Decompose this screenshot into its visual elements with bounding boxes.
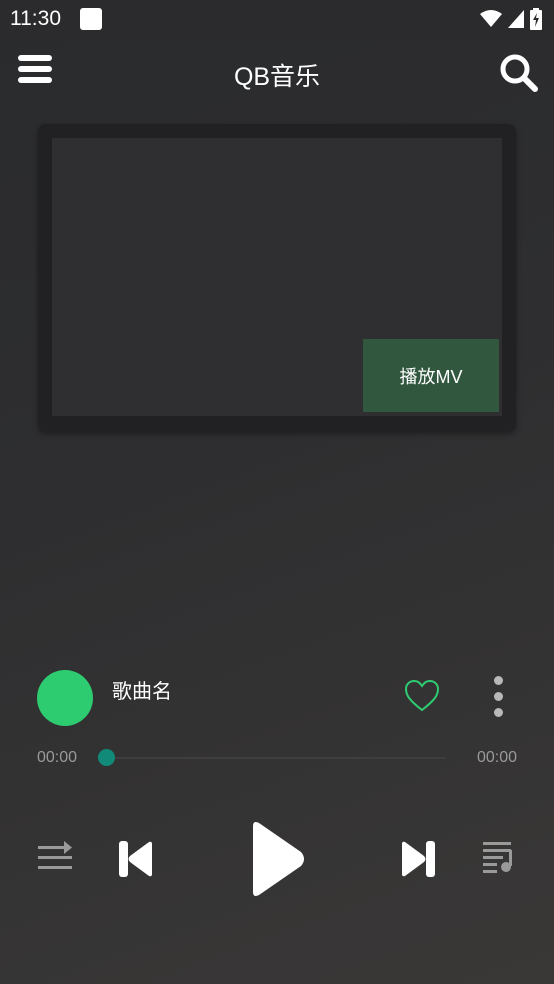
play-order-icon[interactable] [38, 840, 74, 874]
search-icon[interactable] [498, 52, 540, 94]
mv-frame: 播放MV [38, 124, 516, 432]
previous-icon[interactable] [118, 840, 154, 878]
total-time: 00:00 [476, 749, 517, 766]
app-title: QB音乐 [233, 63, 321, 91]
app-bar: QB音乐 [0, 38, 554, 108]
more-options-icon[interactable] [488, 676, 508, 720]
next-icon[interactable] [400, 840, 436, 878]
current-time: 00:00 [37, 749, 78, 766]
signal-icon [508, 10, 524, 28]
playlist-icon[interactable] [482, 840, 516, 874]
wifi-icon [480, 10, 502, 27]
progress-track[interactable] [106, 757, 446, 759]
song-row: 歌曲名 [0, 660, 554, 740]
album-art[interactable] [37, 670, 93, 726]
play-icon[interactable] [247, 820, 307, 898]
playback-controls [0, 812, 554, 912]
heart-icon[interactable] [403, 678, 441, 714]
status-icons [480, 8, 542, 30]
play-mv-button[interactable]: 播放MV [363, 339, 499, 412]
song-name: 歌曲名 [112, 681, 172, 703]
progress-thumb[interactable] [97, 749, 115, 766]
status-time: 11:30 [10, 7, 61, 30]
progress-bar: 00:00 00:00 [0, 742, 554, 774]
battery-icon [530, 8, 542, 30]
notification-icon [80, 8, 102, 30]
status-bar: 11:30 [0, 0, 554, 38]
